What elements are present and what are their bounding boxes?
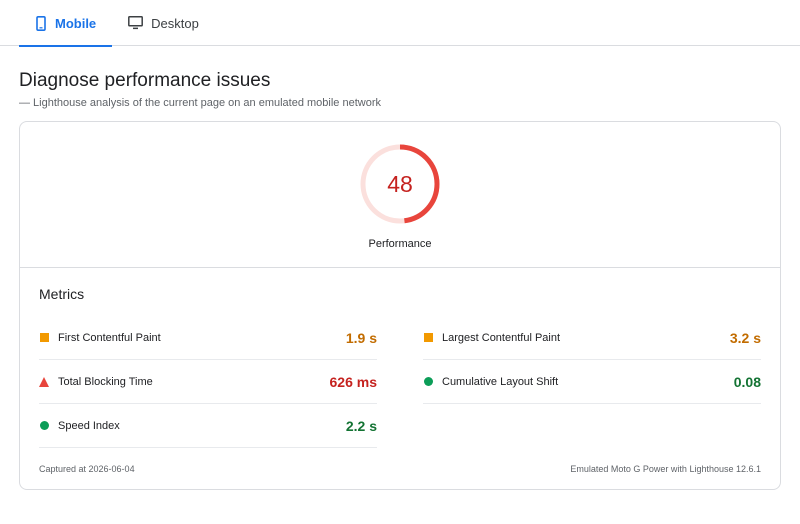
- metric-value: 2.2 s: [345, 417, 377, 434]
- tab-mobile[interactable]: Mobile: [19, 0, 113, 47]
- metric-name: Cumulative Layout Shift: [442, 375, 559, 388]
- metric-name: First Contentful Paint: [58, 331, 161, 344]
- performance-gauge[interactable]: 48: [359, 143, 441, 225]
- main-content: Diagnose performance issues — Lighthouse…: [0, 46, 800, 490]
- metric-largest-contentful-paint[interactable]: Largest Contentful Paint 3.2 s: [423, 316, 761, 360]
- tab-desktop[interactable]: Desktop: [112, 0, 215, 46]
- warning-square-icon: [39, 333, 49, 342]
- metric-value: 1.9 s: [345, 329, 377, 346]
- page-title: Diagnose performance issues: [19, 70, 271, 91]
- pass-circle-icon: [39, 421, 49, 430]
- performance-label: Performance: [368, 238, 432, 250]
- metric-first-contentful-paint[interactable]: First Contentful Paint 1.9 s: [39, 316, 377, 360]
- metric-value: 3.2 s: [729, 329, 761, 346]
- performance-gauge-section: 48 Performance: [20, 122, 780, 268]
- report-footer: Captured at 2026-06-04 Emulated Moto G P…: [20, 448, 780, 489]
- metric-value: 626 ms: [329, 373, 377, 390]
- tab-label: Mobile: [55, 15, 97, 31]
- metric-name: Speed Index: [58, 419, 120, 432]
- metric-name: Largest Contentful Paint: [442, 331, 561, 344]
- report-card: 48 Performance Metrics First Contentful …: [19, 121, 781, 490]
- metric-name: Total Blocking Time: [58, 375, 153, 388]
- metrics-heading: Metrics: [39, 286, 85, 302]
- page-subtitle: — Lighthouse analysis of the current pag…: [19, 97, 381, 109]
- fail-triangle-icon: [39, 376, 49, 387]
- performance-score: 48: [387, 170, 413, 197]
- metric-speed-index[interactable]: Speed Index 2.2 s: [39, 404, 377, 448]
- metrics-grid: First Contentful Paint 1.9 s Largest Con…: [39, 316, 761, 448]
- smartphone-icon: [35, 15, 47, 31]
- warning-square-icon: [423, 333, 433, 342]
- tab-label: Desktop: [151, 15, 199, 31]
- device-tabs: Mobile Desktop: [0, 0, 800, 47]
- metric-total-blocking-time[interactable]: Total Blocking Time 626 ms: [39, 360, 377, 404]
- metric-value: 0.08: [733, 373, 761, 390]
- metrics-section: Metrics First Contentful Paint 1.9 s Lar…: [20, 268, 780, 448]
- metric-cumulative-layout-shift[interactable]: Cumulative Layout Shift 0.08: [423, 360, 761, 404]
- device-info: Emulated Moto G Power with Lighthouse 12…: [570, 463, 761, 474]
- monitor-icon: [128, 16, 144, 30]
- pass-circle-icon: [423, 377, 433, 386]
- captured-date: Captured at 2026-06-04: [39, 463, 135, 474]
